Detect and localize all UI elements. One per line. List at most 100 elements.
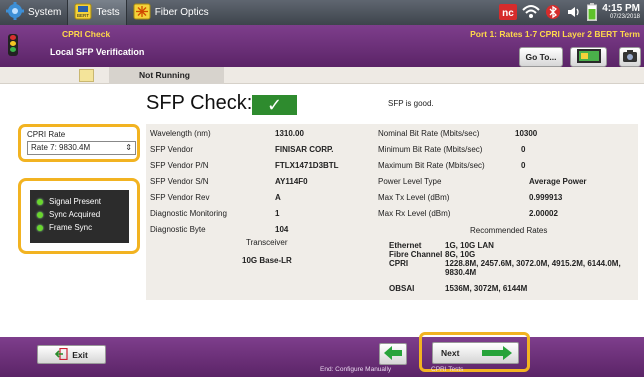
result-message: SFP is good. [388, 99, 434, 108]
bert-icon: BERT [74, 3, 92, 23]
breadcrumb: CPRI Check [62, 29, 111, 39]
led-icon [37, 198, 43, 205]
field-key: SFP Vendor S/N [150, 177, 209, 186]
cpri-rate-group: CPRI Rate Rate 7: 9830.4M ⇕ [18, 124, 140, 162]
led-label: Frame Sync [49, 223, 93, 232]
tests-menu[interactable]: BERT Tests [67, 0, 127, 25]
transceiver-value: 10G Base-LR [242, 256, 292, 265]
field-value: 0.999913 [529, 193, 563, 202]
clock-time: 4:15 PM [602, 2, 640, 14]
wifi-icon[interactable] [522, 4, 540, 22]
transceiver-label: Transceiver [246, 238, 288, 247]
field-key: Wavelength (nm) [150, 129, 211, 138]
led-label: Signal Present [49, 197, 102, 206]
field-key: SFP Vendor [150, 145, 193, 154]
sfp-check-title: SFP Check: [146, 92, 253, 114]
led-icon [37, 224, 43, 231]
next-sub-label: CPRI Tests [431, 366, 464, 373]
field-nominal-bitrate: Nominal Bit Rate (Mbits/sec) 10300 [378, 129, 537, 138]
rec-value: 1G, 10G LAN [445, 241, 494, 250]
gear-icon [6, 2, 24, 23]
rec-key: CPRI [389, 259, 409, 268]
rec-key: OBSAI [389, 284, 415, 293]
taskbar: System BERT Tests Fiber Optics nc 4:15 P… [0, 0, 644, 25]
volume-icon[interactable] [566, 4, 582, 22]
field-max-tx: Max Tx Level (dBm) 0.999913 [378, 193, 562, 202]
back-button[interactable] [379, 343, 407, 365]
check-mark-icon: ✓ [252, 95, 297, 115]
svg-text:nc: nc [502, 8, 514, 19]
screenshot-button[interactable] [619, 47, 641, 67]
led-icon [37, 211, 43, 218]
frame-sync-led: Frame Sync [37, 221, 129, 234]
exit-label: Exit [72, 349, 88, 360]
exit-icon [55, 347, 68, 362]
bluetooth-icon[interactable] [545, 4, 561, 22]
exit-button[interactable]: Exit [37, 345, 106, 364]
rec-value: 8G, 10G [445, 250, 476, 259]
end-configure-label: End: Configure Manually [320, 366, 392, 373]
rec-rate-ethernet: Ethernet 1G, 10G LAN [389, 241, 494, 250]
tests-label: Tests [96, 7, 120, 18]
field-value: FTLX1471D3BTL [275, 161, 339, 170]
goto-label: Go To... [525, 52, 557, 62]
sfp-info-panel: Wavelength (nm) 1310.00 SFP Vendor FINISAR… [146, 124, 638, 300]
field-key: Minimum Bit Rate (Mbits/sec) [378, 145, 483, 154]
field-key: Max Rx Level (dBm) [378, 209, 451, 218]
select-arrows-icon: ⇕ [125, 143, 132, 152]
arrow-left-icon [384, 346, 402, 362]
rec-value: 1228.8M, 2457.6M, 3072.0M, 4915.2M, 6144… [445, 259, 621, 277]
test-view-button[interactable] [570, 47, 607, 67]
field-diag-byte: Diagnostic Byte 104 [150, 225, 288, 234]
camera-icon [623, 50, 637, 64]
field-vendor: SFP Vendor FINISAR CORP. [150, 145, 334, 154]
goto-button[interactable]: Go To... [519, 47, 563, 67]
signal-present-led: Signal Present [37, 195, 129, 208]
traffic-light-icon [8, 34, 18, 56]
field-vendor-rev: SFP Vendor Rev A [150, 193, 281, 202]
field-value: 1 [275, 209, 280, 218]
field-wavelength: Wavelength (nm) 1310.00 [150, 129, 304, 138]
field-max-rx: Max Rx Level (dBm) 2.00002 [378, 209, 558, 218]
field-key: Diagnostic Byte [150, 225, 206, 234]
field-key: Nominal Bit Rate (Mbits/sec) [378, 129, 480, 138]
field-vendor-sn: SFP Vendor S/N AY114F0 [150, 177, 308, 186]
field-max-bitrate: Maximum Bit Rate (Mbits/sec) 0 [378, 161, 525, 170]
rec-key: Fibre Channel [389, 250, 443, 259]
remote-control-icon[interactable]: nc [499, 3, 518, 22]
field-key: SFP Vendor P/N [150, 161, 209, 170]
cpri-rate-select[interactable]: Rate 7: 9830.4M ⇕ [27, 141, 136, 155]
clock: 4:15 PM 07/23/2018 [602, 2, 640, 22]
cpri-rate-value: Rate 7: 9830.4M [31, 143, 91, 152]
field-value: FINISAR CORP. [275, 145, 334, 154]
field-value: 0 [521, 161, 526, 170]
next-button[interactable]: Next [432, 342, 519, 364]
port-label: Port 1: Rates 1-7 CPRI Layer 2 BERT Term [470, 29, 640, 39]
arrow-right-icon [482, 346, 512, 360]
recommended-rates-title: Recommended Rates [470, 226, 548, 235]
system-menu[interactable]: System [0, 0, 67, 25]
fiber-optics-label: Fiber Optics [154, 7, 209, 18]
field-value: 2.00002 [529, 209, 558, 218]
status-indicator-icon[interactable] [79, 69, 94, 82]
field-value: 1310.00 [275, 129, 304, 138]
field-key: Power Level Type [378, 177, 442, 186]
fiber-optics-menu[interactable]: Fiber Optics [127, 0, 215, 25]
field-min-bitrate: Minimum Bit Rate (Mbits/sec) 0 [378, 145, 525, 154]
battery-icon[interactable] [587, 2, 598, 23]
field-value: 0 [521, 145, 526, 154]
clock-date: 07/23/2018 [609, 13, 640, 20]
signal-leds-panel: Signal Present Sync Acquired Frame Sync [30, 190, 129, 243]
field-key: Max Tx Level (dBm) [378, 193, 450, 202]
page-title: Local SFP Verification [50, 47, 145, 57]
field-vendor-pn: SFP Vendor P/N FTLX1471D3BTL [150, 161, 339, 170]
sync-acquired-led: Sync Acquired [37, 208, 129, 221]
field-value: 10300 [515, 129, 538, 138]
field-diag-monitoring: Diagnostic Monitoring 1 [150, 209, 279, 218]
signal-status-group: Signal Present Sync Acquired Frame Sync [18, 178, 140, 254]
field-key: Maximum Bit Rate (Mbits/sec) [378, 161, 485, 170]
field-value: 104 [275, 225, 289, 234]
run-status: Not Running [109, 67, 224, 84]
cpri-rate-label: CPRI Rate [27, 130, 66, 139]
rec-rate-cpri: CPRI 1228.8M, 2457.6M, 3072.0M, 4915.2M, … [389, 259, 621, 277]
